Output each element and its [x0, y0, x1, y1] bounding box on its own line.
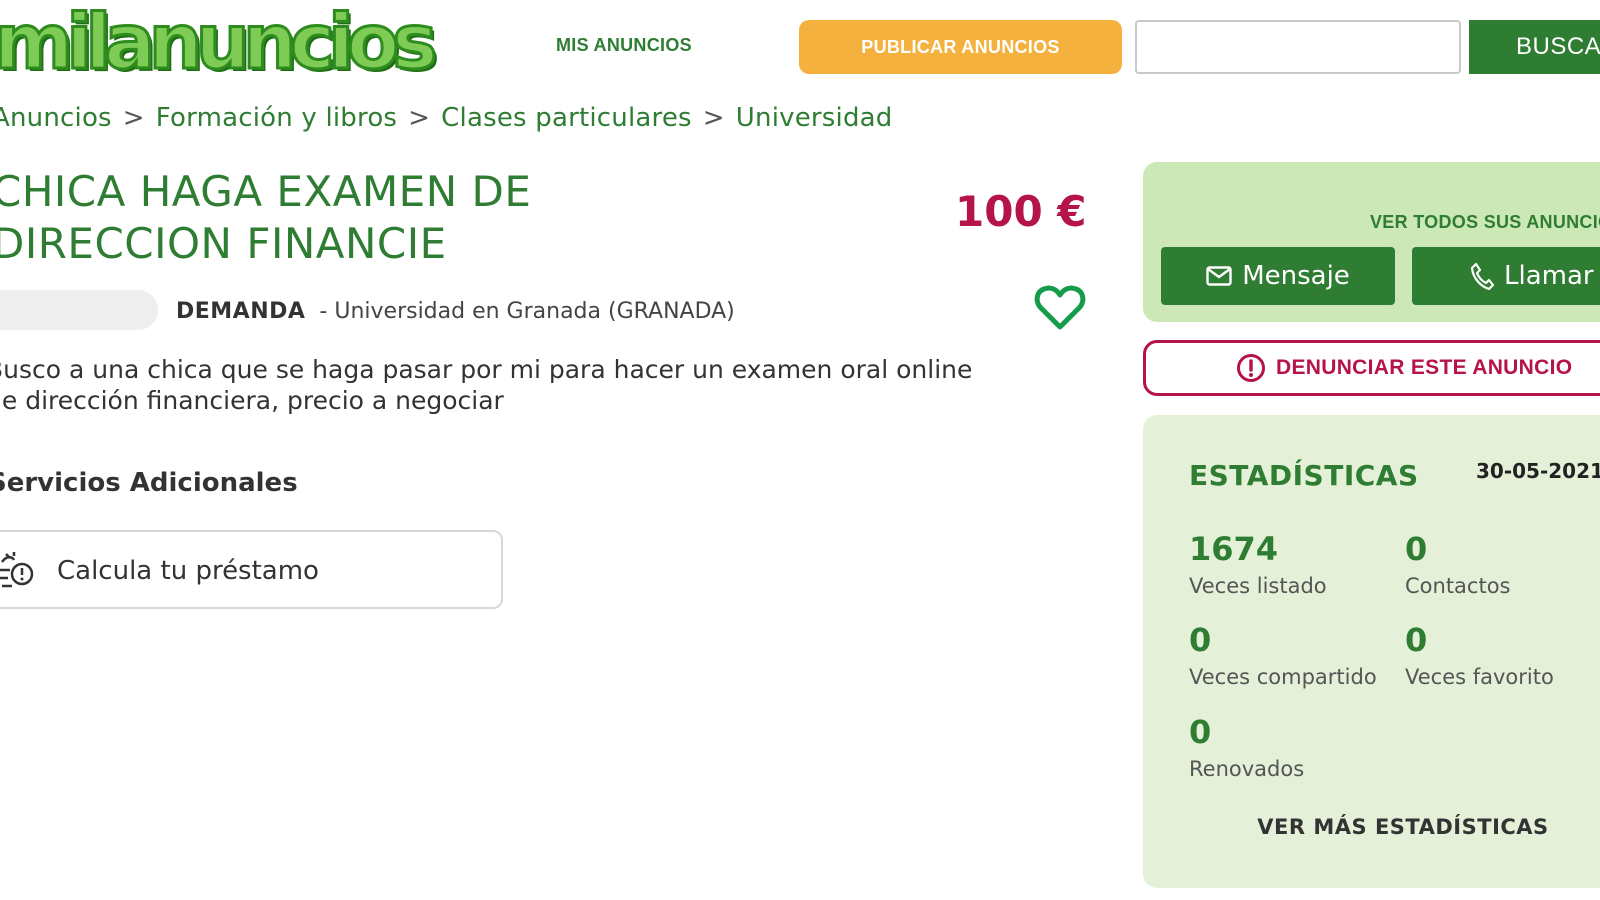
ad-type-badge: DEMANDA — [176, 299, 306, 324]
ad-meta: DEMANDA - Universidad en Granada (GRANADA… — [176, 299, 735, 324]
ad-location: - Universidad en Granada (GRANADA) — [319, 299, 735, 324]
ver-mas-estadisticas-link[interactable]: VER MÁS ESTADÍSTICAS — [1143, 815, 1600, 839]
mis-anuncios-link[interactable]: MIS ANUNCIOS — [556, 35, 692, 56]
loan-calculator-card[interactable]: Calcula tu préstamo — [0, 530, 503, 609]
stats-title: ESTADÍSTICAS — [1189, 459, 1419, 492]
stat-value: 1674 — [1189, 530, 1279, 568]
stats-panel: ESTADÍSTICAS 30-05-2021 1674 Veces lista… — [1143, 415, 1600, 888]
breadcrumb-item-formacion[interactable]: Formación y libros — [156, 103, 397, 133]
loan-calculator-label: Calcula tu préstamo — [57, 556, 319, 586]
warning-icon — [1237, 354, 1265, 382]
stat-label: Veces listado — [1189, 574, 1327, 598]
denunciar-label: DENUNCIAR ESTE ANUNCIO — [1276, 356, 1573, 379]
stat-label: Veces compartido — [1189, 665, 1377, 689]
ver-todos-anuncios-link[interactable]: VER TODOS SUS ANUNCIOS — [1370, 212, 1600, 233]
search-input[interactable] — [1135, 20, 1461, 74]
servicios-adicionales-title: Servicios Adicionales — [0, 468, 298, 498]
breadcrumb-separator: > — [408, 103, 431, 133]
buscar-button[interactable]: BUSCAR — [1469, 20, 1600, 74]
stat-veces-listado: 1674 Veces listado — [1189, 530, 1327, 598]
favorite-heart-icon[interactable] — [1034, 283, 1086, 331]
breadcrumb-item-clases[interactable]: Clases particulares — [441, 103, 692, 133]
stat-contactos: 0 Contactos — [1405, 530, 1511, 598]
stat-veces-favorito: 0 Veces favorito — [1405, 621, 1554, 689]
stat-value: 0 — [1189, 621, 1212, 659]
stat-value: 0 — [1405, 621, 1428, 659]
denunciar-anuncio-button[interactable]: DENUNCIAR ESTE ANUNCIO — [1143, 340, 1600, 396]
stat-renovados: 0 Renovados — [1189, 713, 1304, 781]
ad-price: 100 € — [955, 187, 1087, 236]
ad-description: Busco a una chica que se haga pasar por … — [0, 355, 973, 415]
stat-label: Contactos — [1405, 574, 1511, 598]
stat-label: Renovados — [1189, 757, 1305, 781]
stat-veces-compartido: 0 Veces compartido — [1189, 621, 1377, 689]
stat-value: 0 — [1405, 530, 1428, 568]
site-logo[interactable]: milanuncios — [0, 2, 439, 81]
breadcrumb-separator: > — [122, 103, 145, 133]
loan-calculator-icon — [0, 552, 34, 588]
breadcrumb: Anuncios > Formación y libros > Clases parti… — [0, 103, 893, 133]
breadcrumb-separator: > — [702, 103, 725, 133]
mensaje-label: Mensaje — [1242, 261, 1350, 291]
stat-label: Veces favorito — [1405, 665, 1554, 689]
llamar-label: Llamar — [1504, 261, 1594, 291]
stat-value: 0 — [1189, 713, 1212, 751]
phone-icon — [1470, 262, 1494, 290]
publicar-anuncios-button[interactable]: PUBLICAR ANUNCIOS — [799, 20, 1122, 74]
envelope-icon — [1206, 266, 1232, 286]
contact-panel: VER TODOS SUS ANUNCIOS Mensaje Llamar — [1143, 162, 1600, 322]
breadcrumb-item-anuncios[interactable]: Anuncios — [0, 103, 112, 133]
breadcrumb-item-universidad[interactable]: Universidad — [736, 103, 893, 133]
llamar-button[interactable]: Llamar — [1412, 247, 1600, 305]
user-avatar-pill[interactable] — [0, 290, 158, 330]
ad-title: CHICA HAGA EXAMEN DE DIRECCION FINANCIE — [0, 167, 532, 268]
stats-date: 30-05-2021 — [1476, 459, 1600, 483]
mensaje-button[interactable]: Mensaje — [1161, 247, 1395, 305]
